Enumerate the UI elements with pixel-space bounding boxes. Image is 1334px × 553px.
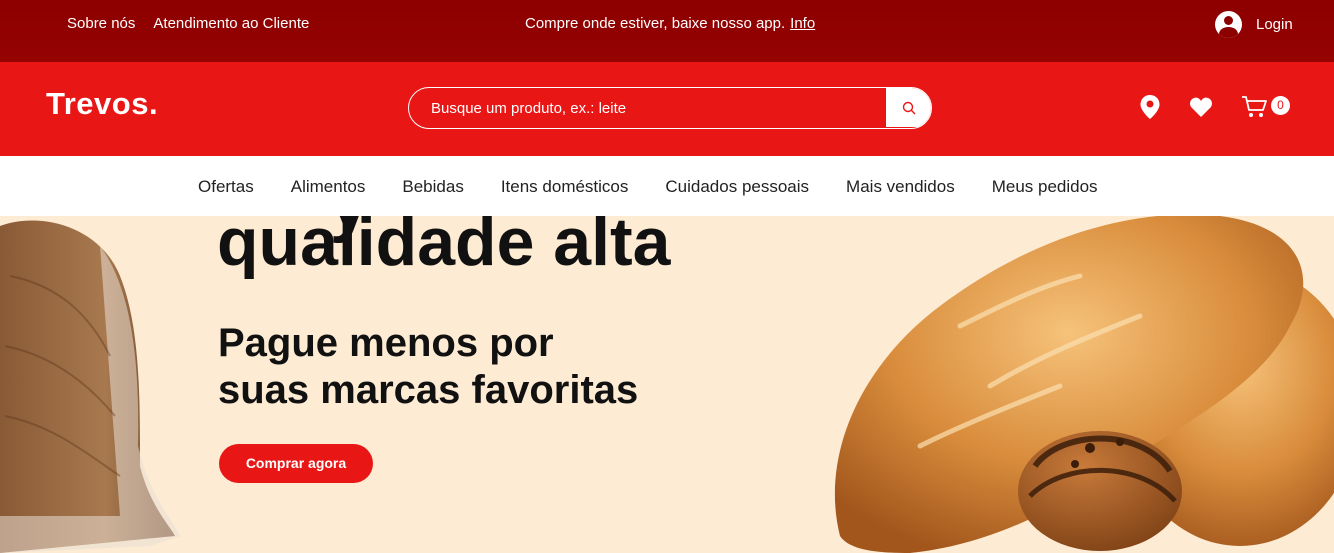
hero-subheadline: Pague menos por suas marcas favoritas (218, 320, 638, 414)
about-link[interactable]: Sobre nós (67, 15, 135, 32)
bread-loaf-image (0, 220, 180, 553)
search-bar (408, 87, 932, 129)
nav-item-itens-domesticos[interactable]: Itens domésticos (501, 177, 629, 197)
login-button[interactable]: Login (1215, 11, 1293, 38)
search-button[interactable] (886, 88, 931, 127)
cart-count-badge: 0 (1271, 96, 1290, 115)
search-input[interactable] (409, 88, 913, 128)
promo-banner: Compre onde estiver, baixe nosso app. Inf… (525, 15, 815, 32)
nav-item-alimentos[interactable]: Alimentos (291, 177, 366, 197)
nav-item-mais-vendidos[interactable]: Mais vendidos (846, 177, 955, 197)
promo-info-link[interactable]: Info (790, 15, 815, 32)
hero-headline: qualidade alta (217, 216, 671, 280)
search-icon (902, 101, 915, 114)
shop-now-button[interactable]: Comprar agora (219, 444, 373, 483)
hero-subheadline-line1: Pague menos por (218, 321, 554, 365)
logo[interactable]: Trevos. (46, 86, 158, 122)
nav-item-ofertas[interactable]: Ofertas (198, 177, 254, 197)
category-nav: Ofertas Alimentos Bebidas Itens doméstic… (0, 156, 1334, 216)
user-avatar-icon (1215, 11, 1242, 38)
cart-icon[interactable] (1241, 95, 1269, 119)
top-bar: Sobre nós Atendimento ao Cliente Compre … (0, 0, 1334, 62)
location-icon[interactable] (1139, 94, 1161, 120)
main-header: Trevos. 0 (0, 62, 1334, 156)
hero-subheadline-line2: suas marcas favoritas (218, 368, 639, 412)
top-links: Sobre nós Atendimento ao Cliente (67, 15, 309, 32)
heart-icon[interactable] (1189, 96, 1213, 118)
customer-service-link[interactable]: Atendimento ao Cliente (153, 15, 309, 32)
nav-item-meus-pedidos[interactable]: Meus pedidos (992, 177, 1098, 197)
nav-item-bebidas[interactable]: Bebidas (402, 177, 463, 197)
bread-baguette-image (834, 216, 1334, 553)
nav-item-cuidados-pessoais[interactable]: Cuidados pessoais (665, 177, 809, 197)
promo-text: Compre onde estiver, baixe nosso app. (525, 15, 786, 32)
hero-banner: y qualidade alta Pague menos por suas ma… (0, 216, 1334, 553)
login-label: Login (1256, 16, 1293, 33)
